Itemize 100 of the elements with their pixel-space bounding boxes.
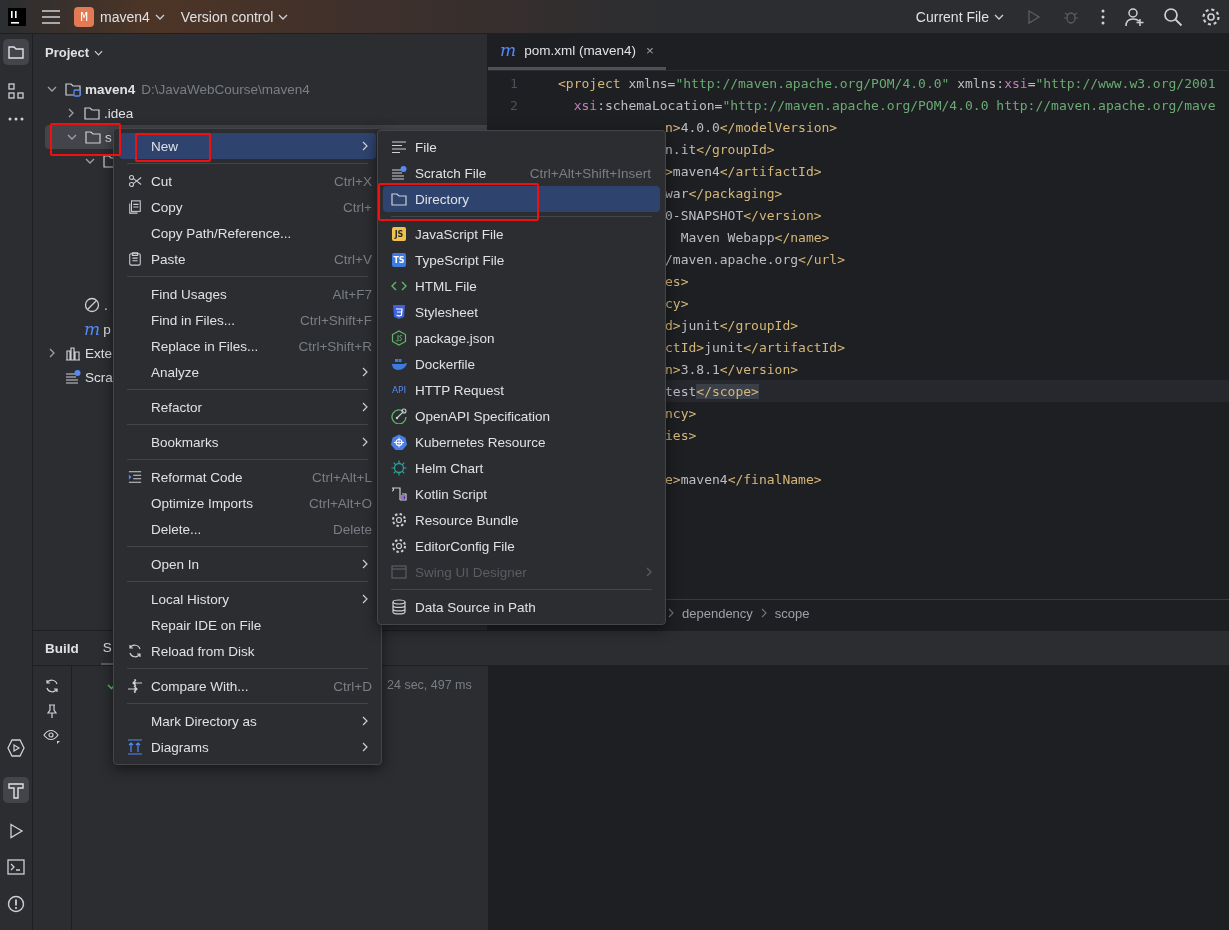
menu-item[interactable]: Refactor [119,394,376,420]
menu-item[interactable]: Find in Files... Ctrl+Shift+F [119,307,376,333]
menu-item[interactable]: Open In [119,551,376,577]
diagram-icon [127,739,143,755]
menu-item[interactable]: Copy Path/Reference... [119,220,376,246]
menu-item[interactable]: Analyze [119,359,376,385]
add-user-icon[interactable] [1125,6,1145,27]
tree-item-label[interactable]: .idea [104,105,134,121]
menu-item[interactable]: Resource Bundle [383,507,660,533]
menu-item[interactable]: TS TypeScript File [383,247,660,273]
eye-icon[interactable] [43,728,61,744]
run-config-selector[interactable]: Current File [909,4,1010,29]
menu-item[interactable]: Find Usages Alt+F7 [119,281,376,307]
code-line: d>junit</groupId> [665,317,799,333]
chevron-icon[interactable] [47,84,57,94]
app-logo-icon[interactable] [7,6,27,27]
menu-item[interactable]: Data Source in Path [383,594,660,620]
code-line: ncy> [665,405,697,421]
editor-tab[interactable]: m pom.xml (maven4) × [488,34,666,70]
tree-item-label[interactable]: Scra [85,369,113,385]
tree-item-label[interactable]: Exte [85,345,112,361]
reformat-icon [128,470,142,484]
helm-wheel-icon [391,460,407,476]
vcs-menu[interactable]: Version control [174,4,295,29]
more-icon[interactable] [8,117,24,121]
menu-item[interactable]: File [383,134,660,160]
problems-icon[interactable] [7,895,25,913]
hammer-icon[interactable] [3,777,29,803]
search-icon[interactable] [1163,6,1183,27]
menu-item[interactable]: Scratch File Ctrl+Alt+Shift+Insert [383,160,660,186]
menu-item[interactable]: New [119,133,376,159]
scratch-icon [65,369,81,385]
more-icon[interactable] [1101,8,1105,25]
menu-item[interactable]: Diagrams [119,734,376,760]
menu-item[interactable]: Delete... Delete [119,516,376,542]
settings-icon[interactable] [1201,6,1221,27]
code-line: e>maven4</finalName> [665,471,822,487]
menu-item[interactable]: OpenAPI Specification [383,403,660,429]
menu-item[interactable]: JS JavaScript File [383,221,660,247]
menu-item[interactable]: Kubernetes Resource [383,429,660,455]
chevron-down-icon [94,49,104,56]
project-view-selector[interactable]: Project [45,44,104,60]
tree-item-label[interactable]: . [104,297,108,313]
chevron-icon[interactable] [85,156,95,166]
menu-item[interactable]: Directory [383,186,660,212]
menu-item[interactable]: Cut Ctrl+X [119,168,376,194]
chevron-icon[interactable] [47,348,57,358]
structure-icon[interactable] [8,83,24,99]
menu-item[interactable]: Copy Ctrl+ [119,194,376,220]
shortcut-hint: Ctrl+Shift+F [299,312,372,328]
text-file-icon [391,139,407,155]
chevron-icon[interactable] [67,132,77,142]
menu-item[interactable]: package.json [383,325,660,351]
reload-icon [127,643,143,659]
menu-item[interactable]: Paste Ctrl+V [119,246,376,272]
shortcut-hint: Ctrl+ [343,199,372,215]
menu-icon[interactable] [42,9,60,24]
terminal-icon[interactable] [7,859,25,875]
code-line: war</packaging> [665,185,783,201]
menu-item[interactable]: Optimize Imports Ctrl+Alt+O [119,490,376,516]
code-line: n>4.0.0</modelVersion> [665,119,838,135]
scratch-file-icon [391,165,407,181]
sync-icon[interactable] [44,678,60,694]
tree-item-label[interactable]: p [103,321,111,337]
project-path: D:\JavaWebCourse\maven4 [141,81,310,97]
menu-item[interactable]: Reformat Code Ctrl+Alt+L [119,464,376,490]
breadcrumb[interactable]: scope [774,605,810,621]
code-line: n>3.8.1</version> [665,361,799,377]
window-icon [391,564,407,580]
menu-item[interactable]: Compare With... Ctrl+D [119,673,376,699]
pin-icon[interactable] [44,703,60,719]
menu-item[interactable]: Local History [119,586,376,612]
chevron-icon[interactable] [66,108,76,118]
menu-item[interactable]: EditorConfig File [383,533,660,559]
breadcrumb[interactable]: dependency [682,605,753,621]
folder-icon[interactable] [3,39,29,65]
code-line: es> [665,273,689,289]
api-icon: API [391,385,407,395]
menu-item[interactable]: Replace in Files... Ctrl+Shift+R [119,333,376,359]
chevron-down-icon [994,14,1004,20]
tree-item-label[interactable]: s [105,129,112,145]
shortcut-hint: Ctrl+Alt+O [308,495,372,511]
breadcrumb-separator-icon [760,608,767,618]
menu-item[interactable]: Helm Chart [383,455,660,481]
menu-item[interactable]: Dockerfile [383,351,660,377]
close-tab-button[interactable]: × [645,43,654,58]
menu-item[interactable]: Kotlin Script [383,481,660,507]
menu-item[interactable]: HTML File [383,273,660,299]
menu-item[interactable]: Stylesheet [383,299,660,325]
menu-item[interactable]: Repair IDE on File [119,612,376,638]
services-icon[interactable] [7,739,25,757]
gear-icon [391,512,407,528]
menu-item[interactable]: API HTTP Request [383,377,660,403]
project-switcher[interactable]: maven4 [94,4,171,29]
menu-item[interactable]: Mark Directory as [119,708,376,734]
run-icon[interactable] [8,823,24,839]
ban-icon [84,297,100,313]
menu-item[interactable]: Bookmarks [119,429,376,455]
menu-item[interactable]: Reload from Disk [119,638,376,664]
tree-item-label[interactable]: maven4 [85,81,136,97]
